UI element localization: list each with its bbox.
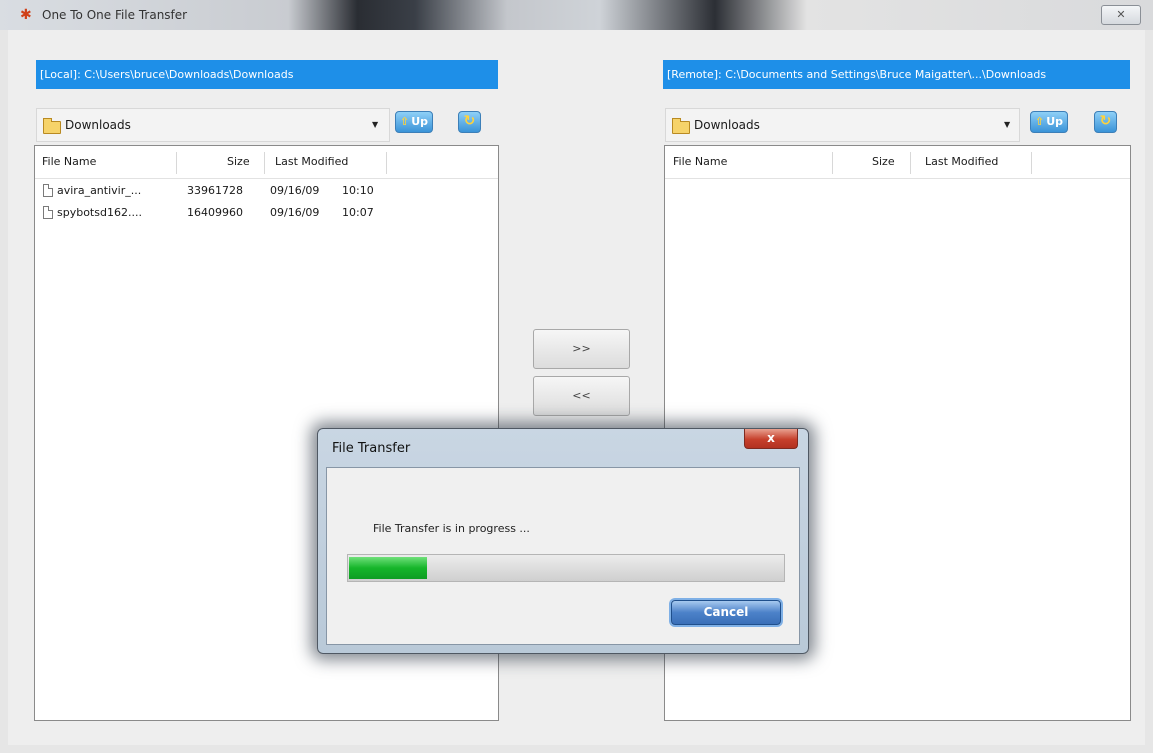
column-divider[interactable] bbox=[176, 152, 177, 174]
column-divider[interactable] bbox=[910, 152, 911, 174]
local-up-label: Up bbox=[411, 115, 429, 128]
cancel-button[interactable]: Cancel bbox=[671, 600, 781, 625]
column-divider[interactable] bbox=[832, 152, 833, 174]
window-close-button[interactable]: ✕ bbox=[1101, 5, 1141, 25]
file-transfer-dialog: File Transfer x File Transfer is in prog… bbox=[317, 428, 809, 654]
column-file-name[interactable]: File Name bbox=[673, 146, 727, 178]
progress-message: File Transfer is in progress ... bbox=[373, 522, 530, 535]
column-divider[interactable] bbox=[386, 152, 387, 174]
file-size: 33961728 bbox=[187, 184, 243, 197]
remote-table-header: File Name Size Last Modified bbox=[665, 146, 1130, 179]
file-name: avira_antivir_... bbox=[57, 184, 142, 197]
dialog-title: File Transfer bbox=[332, 441, 411, 456]
column-size[interactable]: Size bbox=[227, 146, 250, 178]
local-table-header: File Name Size Last Modified bbox=[35, 146, 498, 179]
refresh-icon: ↻ bbox=[1099, 113, 1112, 129]
window-title: One To One File Transfer bbox=[42, 8, 188, 22]
column-divider[interactable] bbox=[264, 152, 265, 174]
local-up-button[interactable]: ⇧ Up bbox=[395, 111, 433, 133]
receive-from-remote-button[interactable]: << bbox=[533, 376, 630, 416]
app-icon: ✱ bbox=[20, 7, 32, 23]
local-refresh-button[interactable]: ↻ bbox=[458, 111, 481, 133]
remote-up-button[interactable]: ⇧ Up bbox=[1030, 111, 1068, 133]
dialog-body: File Transfer is in progress ... Cancel bbox=[326, 467, 800, 645]
send-to-remote-button[interactable]: >> bbox=[533, 329, 630, 369]
column-divider[interactable] bbox=[1031, 152, 1032, 174]
remote-refresh-button[interactable]: ↻ bbox=[1094, 111, 1117, 133]
close-icon: x bbox=[767, 431, 775, 445]
title-bar: ✱ One To One File Transfer ✕ bbox=[0, 0, 1153, 30]
folder-icon bbox=[43, 118, 61, 134]
file-size: 16409960 bbox=[187, 206, 243, 219]
file-name: spybotsd162.... bbox=[57, 206, 142, 219]
column-last-modified[interactable]: Last Modified bbox=[275, 146, 348, 178]
column-size[interactable]: Size bbox=[872, 146, 895, 178]
file-icon bbox=[43, 206, 53, 219]
up-arrow-icon: ⇧ bbox=[1034, 115, 1045, 128]
file-time: 10:07 bbox=[342, 206, 374, 219]
up-arrow-icon: ⇧ bbox=[399, 115, 410, 128]
remote-up-label: Up bbox=[1046, 115, 1064, 128]
file-time: 10:10 bbox=[342, 184, 374, 197]
column-last-modified[interactable]: Last Modified bbox=[925, 146, 998, 178]
chevron-down-icon[interactable]: ▼ bbox=[1004, 120, 1010, 130]
progress-fill bbox=[349, 557, 428, 579]
progress-bar bbox=[347, 554, 785, 582]
remote-folder-label: Downloads bbox=[694, 118, 760, 132]
folder-icon bbox=[672, 118, 690, 134]
local-folder-combo[interactable]: Downloads bbox=[36, 108, 390, 142]
file-icon bbox=[43, 184, 53, 197]
chevron-down-icon[interactable]: ▼ bbox=[372, 120, 378, 130]
remote-path-bar: [Remote]: C:\Documents and Settings\Bruc… bbox=[663, 60, 1130, 89]
local-folder-label: Downloads bbox=[65, 118, 131, 132]
table-row[interactable]: spybotsd162.... 16409960 09/16/09 10:07 bbox=[35, 203, 498, 223]
local-path-bar: [Local]: C:\Users\bruce\Downloads\Downlo… bbox=[36, 60, 498, 89]
column-file-name[interactable]: File Name bbox=[42, 146, 96, 178]
table-row[interactable]: avira_antivir_... 33961728 09/16/09 10:1… bbox=[35, 181, 498, 201]
remote-folder-combo[interactable]: Downloads bbox=[665, 108, 1020, 142]
dialog-close-button[interactable]: x bbox=[744, 429, 798, 449]
refresh-icon: ↻ bbox=[463, 113, 476, 129]
file-date: 09/16/09 bbox=[270, 184, 320, 197]
file-date: 09/16/09 bbox=[270, 206, 320, 219]
